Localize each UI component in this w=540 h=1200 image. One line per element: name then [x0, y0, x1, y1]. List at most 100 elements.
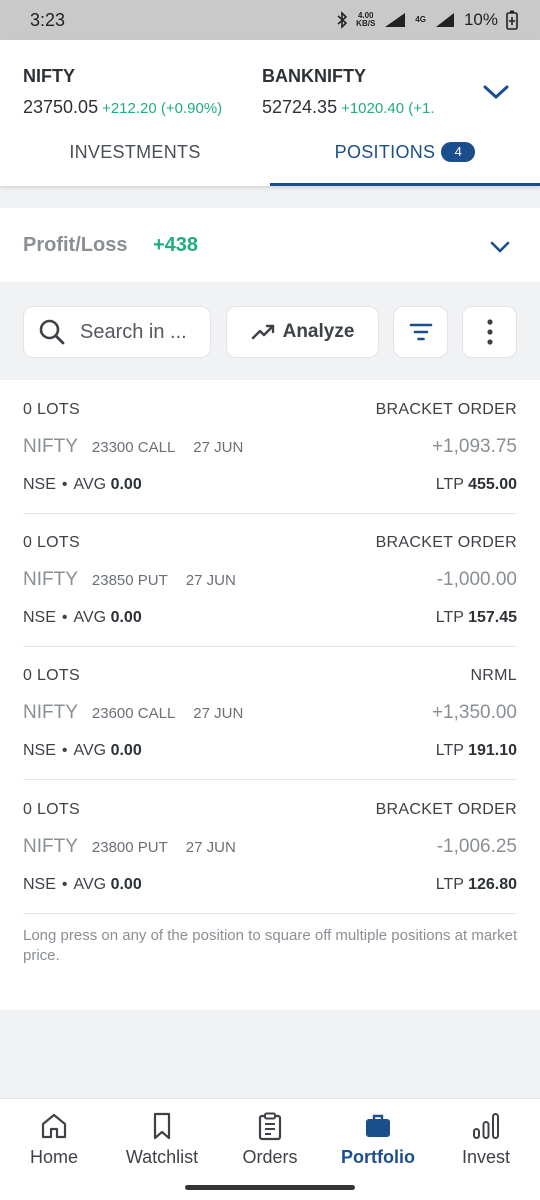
position-exchange: NSE [23, 476, 56, 493]
position-ltp: LTP 157.45 [436, 609, 517, 627]
gesture-handle [185, 1185, 355, 1190]
nav-label: Home [29, 1147, 78, 1167]
separator-dot: • [61, 876, 68, 893]
analyze-label: Analyze [282, 321, 355, 342]
ltp-label: LTP [435, 609, 464, 626]
position-instrument: NIFTY 23850 PUT 27 JUN [23, 569, 236, 591]
position-symbol: NIFTY [23, 836, 78, 857]
signal-icon [435, 13, 454, 27]
position-pnl: +1,350.00 [431, 702, 517, 723]
position-order-type: BRACKET ORDER [375, 401, 517, 418]
tab-label: POSITIONS [334, 142, 436, 162]
position-symbol: NIFTY [23, 436, 78, 457]
bluetooth-icon [337, 11, 348, 29]
index-value-row: 52724.35 +1020.40 (+1. [262, 97, 472, 118]
tab-investments[interactable]: INVESTMENTS [0, 136, 270, 186]
filter-button[interactable] [393, 306, 448, 358]
separator-dot: • [61, 476, 68, 493]
position-symbol: NIFTY [23, 569, 78, 590]
position-exchange: NSE [23, 742, 56, 759]
position-instrument: NIFTY 23300 CALL 27 JUN [23, 436, 243, 458]
index-value-row: 23750.05 +212.20 (+0.90%) [23, 97, 222, 118]
briefcase-icon [366, 1114, 390, 1137]
position-ltp: LTP 455.00 [436, 476, 517, 494]
position-row[interactable]: 0 LOTS BRACKET ORDER NIFTY 23850 PUT 27 … [23, 513, 517, 647]
search-input[interactable] [80, 320, 200, 344]
position-expiry: 27 JUN [185, 572, 236, 589]
position-avg: NSE • AVG 0.00 [23, 609, 142, 627]
nav-home[interactable]: Home [0, 1111, 108, 1168]
position-instrument: NIFTY 23800 PUT 27 JUN [23, 836, 236, 858]
nav-label: Orders [242, 1147, 298, 1167]
nav-invest[interactable]: Invest [432, 1111, 540, 1168]
positions-list: 0 LOTS BRACKET ORDER NIFTY 23300 CALL 27… [0, 380, 540, 1010]
nav-label: Invest [461, 1147, 511, 1167]
profit-loss-bar[interactable]: Profit/Loss +438 [0, 208, 540, 282]
avg-value: 0.00 [110, 609, 142, 626]
separator-dot: • [61, 742, 68, 759]
avg-value: 0.00 [110, 476, 142, 493]
analyze-button[interactable]: Analyze [226, 306, 379, 358]
position-strike: 23800 PUT [91, 839, 168, 856]
signal-icon [385, 13, 406, 27]
more-options-button[interactable] [462, 306, 517, 358]
index-banknifty[interactable]: BANKNIFTY 52724.35 +1020.40 (+1. [262, 66, 472, 118]
filter-icon [409, 323, 432, 341]
index-name: NIFTY [23, 66, 75, 86]
nav-portfolio[interactable]: Portfolio [324, 1111, 432, 1168]
positions-count-badge: 4 [441, 142, 476, 162]
search-icon [39, 319, 65, 345]
position-lots: 0 LOTS [23, 801, 80, 818]
position-order-type: BRACKET ORDER [375, 801, 517, 818]
separator-dot: • [61, 609, 68, 626]
clipboard-icon [258, 1112, 282, 1141]
header: NIFTY 23750.05 +212.20 (+0.90%) BANKNIFTY… [0, 40, 540, 186]
avg-value: 0.00 [110, 876, 142, 893]
index-change: +1020.40 (+1. [341, 100, 435, 117]
position-strike: 23850 PUT [91, 572, 168, 589]
tab-positions[interactable]: POSITIONS 4 [270, 136, 540, 186]
chevron-down-icon[interactable] [482, 82, 510, 102]
home-icon [41, 1113, 67, 1139]
status-icons: 4.00 KB/S 4G 10% [336, 10, 518, 30]
status-time: 3:23 [30, 9, 66, 30]
search-box[interactable] [23, 306, 211, 358]
battery-icon [506, 10, 518, 30]
position-ltp: LTP 191.10 [436, 742, 517, 760]
position-expiry: 27 JUN [185, 839, 236, 856]
index-change: +212.20 (+0.90%) [102, 100, 223, 117]
position-row[interactable]: 0 LOTS BRACKET ORDER NIFTY 23800 PUT 27 … [23, 780, 517, 914]
nav-orders[interactable]: Orders [216, 1111, 324, 1168]
nav-label: Watchlist [125, 1147, 199, 1167]
avg-label: AVG [73, 742, 107, 759]
square-off-hint: Long press on any of the position to squ… [23, 927, 518, 964]
battery-percent: 10% [463, 10, 498, 29]
net-type: 4G [415, 15, 426, 24]
ltp-value: 191.10 [468, 742, 517, 759]
avg-label: AVG [73, 876, 107, 893]
position-row[interactable]: 0 LOTS NRML NIFTY 23600 CALL 27 JUN +1,3… [23, 646, 517, 780]
position-avg: NSE • AVG 0.00 [23, 876, 142, 894]
chevron-down-icon[interactable] [490, 240, 510, 254]
avg-label: AVG [73, 609, 107, 626]
position-exchange: NSE [23, 609, 56, 626]
nav-label: Portfolio [341, 1147, 415, 1167]
position-row[interactable]: 0 LOTS BRACKET ORDER NIFTY 23300 CALL 27… [23, 380, 517, 514]
position-strike: 23600 CALL [91, 705, 176, 722]
index-value: 23750.05 [23, 97, 99, 117]
position-expiry: 27 JUN [193, 439, 244, 456]
avg-label: AVG [73, 476, 107, 493]
position-strike: 23300 CALL [91, 439, 176, 456]
avg-value: 0.00 [110, 742, 142, 759]
trending-up-icon [251, 324, 274, 340]
tab-label: INVESTMENTS [69, 142, 201, 162]
net-speed-unit: KB/S [356, 19, 376, 28]
index-nifty[interactable]: NIFTY 23750.05 +212.20 (+0.90%) [23, 66, 222, 118]
status-bar: 3:23 4.00 KB/S 4G 10% [0, 0, 540, 40]
net-speed: 4.00 KB/S [356, 12, 375, 28]
nav-watchlist[interactable]: Watchlist [108, 1111, 216, 1168]
position-exchange: NSE [23, 876, 56, 893]
ltp-label: LTP [435, 476, 464, 493]
index-name: BANKNIFTY [262, 66, 366, 86]
profit-loss-amount: +438 [153, 234, 199, 256]
